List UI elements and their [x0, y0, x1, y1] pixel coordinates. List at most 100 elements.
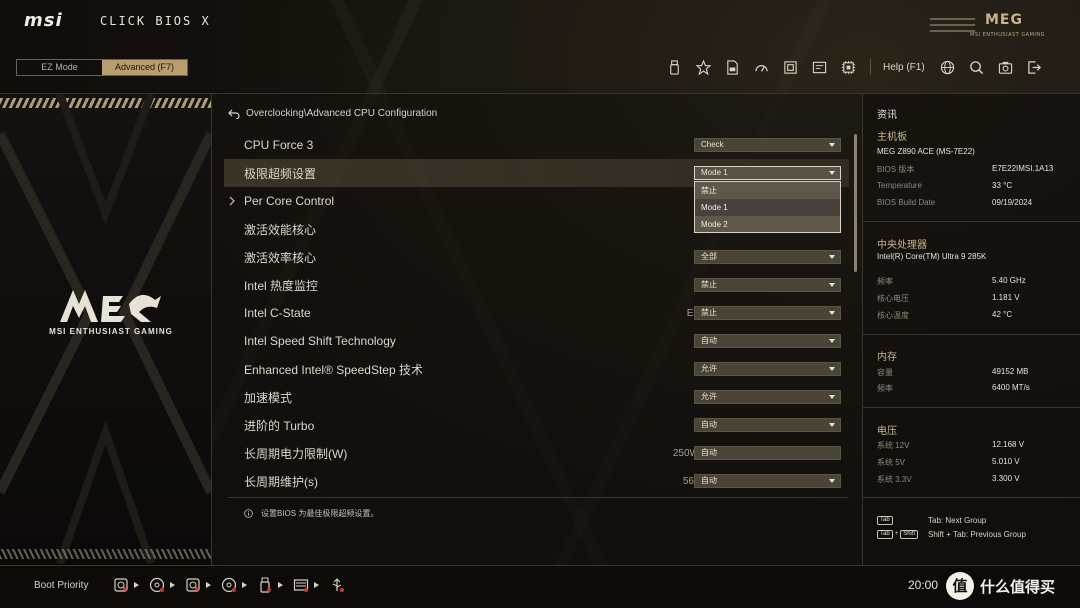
info-value: 5.40 GHz: [992, 276, 1026, 285]
info-value: 1.181 V: [992, 293, 1020, 302]
setting-value: Mode 1: [701, 168, 728, 177]
monitor-icon[interactable]: [810, 58, 828, 76]
setting-label: 长周期维护(s): [244, 474, 318, 489]
usb-icon[interactable]: [665, 58, 683, 76]
help-note: 设置BIOS 为最佳极限超频设置。: [244, 508, 378, 519]
info-icon: [244, 509, 253, 518]
chevron-down-icon: [829, 311, 835, 315]
usb-icon[interactable]: [329, 577, 345, 593]
setting-row-active-e-cores[interactable]: 激活效率核心 全部: [224, 243, 849, 271]
screenshot-icon[interactable]: [997, 58, 1015, 76]
back-arrow-icon[interactable]: [228, 109, 240, 119]
key-hint-next-group: Tab Tab: Next Group: [877, 514, 1077, 526]
setting-value-select[interactable]: 自动: [694, 334, 841, 348]
setting-value-select[interactable]: Check: [694, 138, 841, 152]
setting-value-select[interactable]: 自动: [694, 474, 841, 488]
setting-label: Intel C-State: [244, 306, 311, 320]
setting-value-select[interactable]: 允许: [694, 362, 841, 376]
top-bar: msi CLICK BIOS X MEG MSI ENTHUSIAST GAMI…: [0, 0, 1080, 90]
info-key: 频率: [877, 384, 893, 393]
key-hint-previous-group: Tab + Shift Shift + Tab: Previous Group: [877, 528, 1077, 540]
help-button[interactable]: Help (F1): [883, 62, 925, 73]
drive-icon[interactable]: [113, 577, 129, 593]
info-key: 频率: [877, 277, 893, 286]
setting-row-cpu-force-3[interactable]: CPU Force 3 Check: [224, 131, 849, 159]
msi-logo: msi: [24, 10, 63, 31]
brand-panel: MSI ENTHUSIAST GAMING: [0, 93, 212, 565]
setting-value-select[interactable]: 全部: [694, 250, 841, 264]
ez-mode-button[interactable]: EZ Mode: [17, 60, 102, 75]
setting-value-select[interactable]: 禁止: [694, 278, 841, 292]
setting-row-thermal-monitor[interactable]: Intel 热度监控 禁止: [224, 271, 849, 299]
favorites-icon[interactable]: [694, 58, 712, 76]
mode-switch: EZ Mode Advanced (F7): [16, 59, 188, 76]
info-value: 33 °C: [992, 181, 1013, 190]
drive-icon[interactable]: [185, 577, 201, 593]
gauge-icon[interactable]: [752, 58, 770, 76]
motherboard-heading: 主机板: [877, 132, 907, 143]
scrollbar[interactable]: [854, 134, 857, 272]
info-row: 系统 12V 12.168 V: [877, 440, 1077, 452]
setting-row-long-duration[interactable]: 长周期维护(s) 56s 自动: [224, 467, 849, 495]
toolbar-divider: [870, 59, 871, 75]
setting-value-select[interactable]: 禁止: [694, 306, 841, 320]
storage-icon[interactable]: [293, 577, 309, 593]
advanced-mode-button[interactable]: Advanced (F7): [102, 60, 187, 75]
setting-row-speed-shift[interactable]: Intel Speed Shift Technology 自动: [224, 327, 849, 355]
setting-row-c-state[interactable]: Intel C-State En 禁止: [224, 299, 849, 327]
memory-icon[interactable]: [781, 58, 799, 76]
info-value: 12.168 V: [992, 440, 1025, 449]
dropdown-option-mode-2[interactable]: Mode 2: [695, 216, 840, 233]
usb-drive-icon[interactable]: [257, 577, 273, 593]
tab-key-icon: Tab: [877, 529, 893, 539]
breadcrumb-path: Overclocking\Advanced CPU Configuration: [246, 108, 438, 119]
info-row: 系统 3.3V 3.300 V: [877, 474, 1077, 486]
bottom-bar: Boot Priority 20:00 值 什么值得买: [0, 565, 1080, 608]
cpu-icon[interactable]: [839, 58, 857, 76]
exit-icon[interactable]: [1026, 58, 1044, 76]
setting-row-long-power-limit[interactable]: 长周期电力限制(W) 250W 自动: [224, 439, 849, 467]
setting-value: 允许: [701, 364, 717, 373]
breadcrumb[interactable]: Overclocking\Advanced CPU Configuration: [228, 108, 437, 119]
setting-value: Check: [701, 140, 724, 149]
dropdown-option-mode-1[interactable]: Mode 1: [695, 199, 840, 216]
chevron-down-icon: [829, 367, 835, 371]
setting-label: Enhanced Intel® SpeedStep 技术: [244, 362, 423, 377]
setting-label: Intel Speed Shift Technology: [244, 334, 396, 348]
disc-icon[interactable]: [221, 577, 237, 593]
divider: [863, 407, 1080, 408]
cpu-model: Intel(R) Core(TM) Ultra 9 285K: [877, 252, 987, 261]
chevron-right-icon: [278, 582, 283, 588]
setting-value-select[interactable]: 允许: [694, 390, 841, 404]
setting-value-input[interactable]: 自动: [694, 446, 841, 460]
setting-value: 自动: [701, 420, 717, 429]
setting-row-speedstep[interactable]: Enhanced Intel® SpeedStep 技术 允许: [224, 355, 849, 383]
language-icon[interactable]: [939, 58, 957, 76]
info-key: 系统 3.3V: [877, 475, 912, 484]
chevron-right-icon: [170, 582, 175, 588]
meg-logo-text: MEG: [985, 12, 1023, 28]
dropdown-option-disabled[interactable]: 禁止: [695, 182, 840, 199]
setting-row-advanced-turbo[interactable]: 进阶的 Turbo 自动: [224, 411, 849, 439]
setting-value-select[interactable]: Mode 1: [694, 166, 841, 180]
disc-icon[interactable]: [149, 577, 165, 593]
setting-value: 全部: [701, 252, 717, 261]
key-hint-label: Shift + Tab: Previous Group: [928, 529, 1026, 539]
info-value: 6400 MT/s: [992, 383, 1030, 392]
settings-panel: Overclocking\Advanced CPU Configuration …: [212, 93, 862, 565]
document-icon[interactable]: [723, 58, 741, 76]
info-row: BIOS Build Date 09/19/2024: [877, 198, 1077, 210]
setting-label: Intel 热度监控: [244, 278, 319, 293]
chevron-down-icon: [829, 143, 835, 147]
brand-caption: MSI ENTHUSIAST GAMING: [49, 327, 173, 336]
info-key: 系统 5V: [877, 458, 906, 467]
setting-value-select[interactable]: 自动: [694, 418, 841, 432]
motherboard-model: MEG Z890 ACE (MS-7E22): [877, 147, 975, 156]
info-key: 系统 12V: [877, 441, 910, 450]
search-icon[interactable]: [968, 58, 986, 76]
info-key: BIOS 版本: [877, 165, 915, 174]
chevron-right-icon: [134, 582, 139, 588]
info-row: BIOS 版本 E7E22IMSI.1A13: [877, 164, 1077, 176]
setting-row-turbo-mode[interactable]: 加速模式 允许: [224, 383, 849, 411]
toolbar: Help (F1): [665, 58, 1055, 76]
